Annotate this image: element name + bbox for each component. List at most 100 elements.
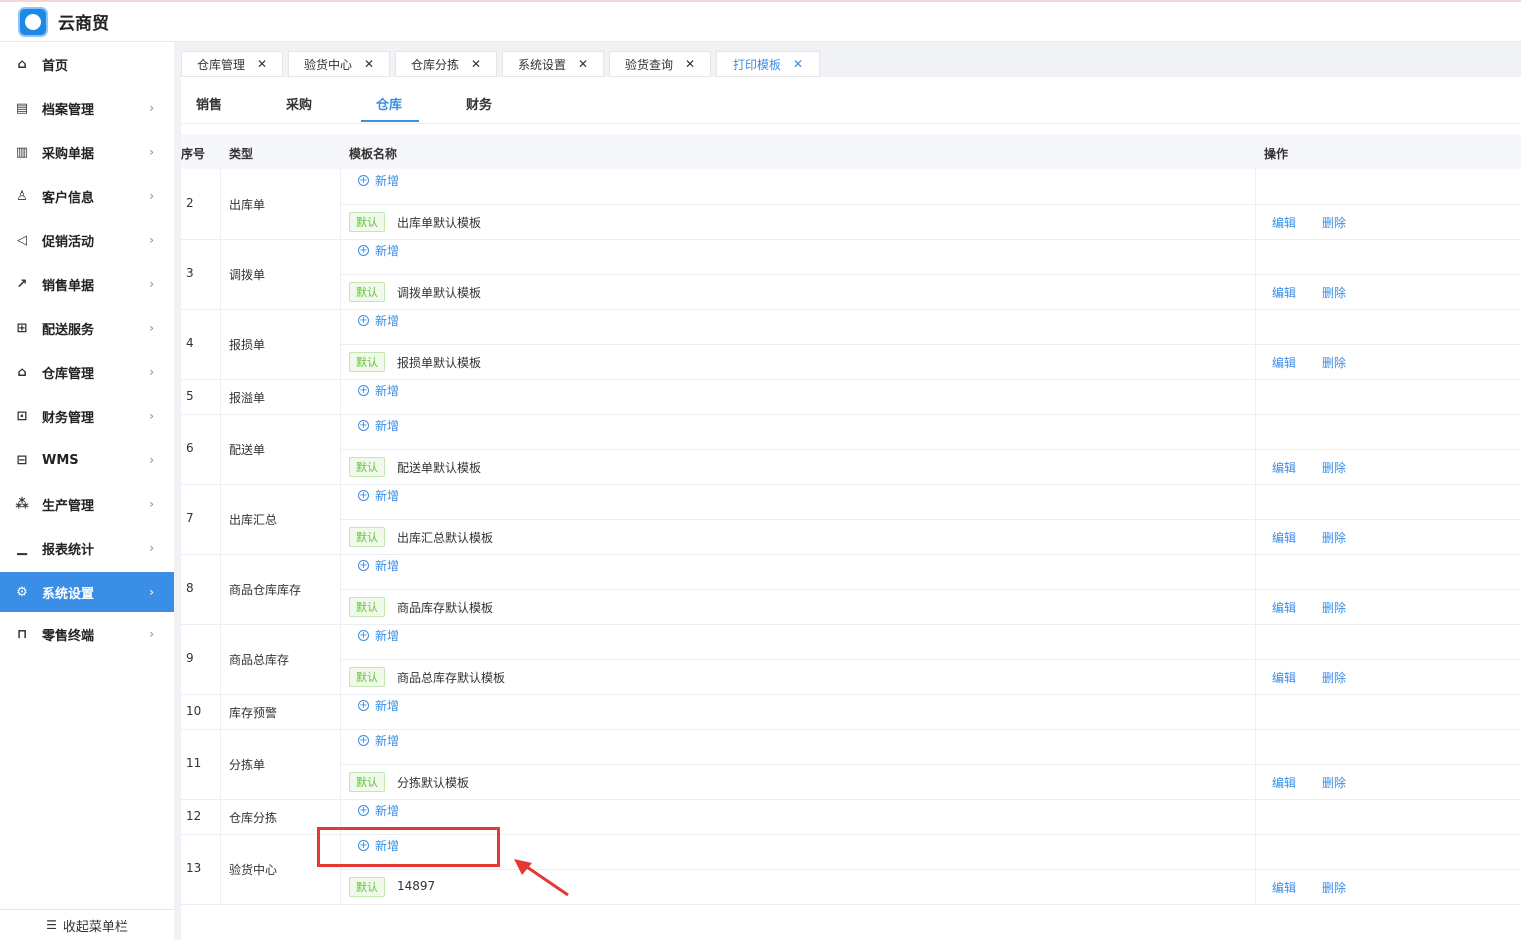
- sidebar-item-label: WMS: [42, 452, 79, 468]
- edit-link[interactable]: 编辑: [1272, 284, 1296, 301]
- sidebar-item-label: 报表统计: [42, 542, 95, 558]
- delete-link[interactable]: 删除: [1322, 214, 1346, 231]
- plus-circle-icon: +: [358, 245, 369, 256]
- top-bar: 云商贸: [0, 0, 1521, 42]
- sidebar-item[interactable]: ↗ 销售单据 ›: [0, 264, 174, 304]
- add-template-button[interactable]: + 新增: [358, 627, 399, 644]
- sidebar-item[interactable]: ⊟ WMS ›: [0, 440, 174, 480]
- add-template-button[interactable]: + 新增: [358, 697, 399, 714]
- close-icon[interactable]: ✕: [685, 57, 695, 71]
- add-template-button[interactable]: + 新增: [358, 802, 399, 819]
- row-index: 7: [186, 511, 194, 525]
- chevron-right-icon: ›: [149, 101, 154, 115]
- delete-link[interactable]: 删除: [1322, 284, 1346, 301]
- subtab-bar: 销售 采购 仓库 财务: [181, 77, 1521, 124]
- sidebar-item[interactable]: ◁ 促销活动 ›: [0, 220, 174, 260]
- row-index: 13: [186, 861, 202, 875]
- collapse-menu-button[interactable]: ☰ 收起菜单栏: [0, 909, 174, 940]
- add-template-label: 新增: [375, 559, 400, 573]
- row-divider: [340, 274, 1521, 275]
- edit-link[interactable]: 编辑: [1272, 774, 1296, 791]
- sidebar-item-label: 配送服务: [42, 322, 95, 338]
- add-template-button[interactable]: + 新增: [358, 417, 399, 434]
- edit-link[interactable]: 编辑: [1272, 214, 1296, 231]
- subtab-item[interactable]: 财务: [466, 94, 492, 113]
- tab-item[interactable]: 验货查询 ✕: [609, 51, 711, 77]
- sidebar-item[interactable]: ⊓ 零售终端 ›: [0, 614, 174, 654]
- default-badge: 默认: [349, 877, 385, 897]
- sidebar-item[interactable]: ⌂ 仓库管理 ›: [0, 352, 174, 392]
- row-divider: [340, 659, 1521, 660]
- add-template-label: 新增: [375, 419, 400, 433]
- chevron-right-icon: ›: [149, 233, 154, 247]
- sidebar-item[interactable]: ▁ 报表统计 ›: [0, 528, 174, 568]
- chevron-right-icon: ›: [149, 453, 154, 467]
- delete-link[interactable]: 删除: [1322, 774, 1346, 791]
- default-badge: 默认: [349, 527, 385, 547]
- add-template-button[interactable]: + 新增: [358, 382, 399, 399]
- close-icon[interactable]: ✕: [471, 57, 481, 71]
- edit-link[interactable]: 编辑: [1272, 599, 1296, 616]
- edit-link[interactable]: 编辑: [1272, 669, 1296, 686]
- megaphone-icon: ◁: [17, 232, 27, 248]
- delete-link[interactable]: 删除: [1322, 669, 1346, 686]
- delete-link[interactable]: 删除: [1322, 529, 1346, 546]
- add-template-button[interactable]: + 新增: [358, 732, 399, 749]
- edit-link[interactable]: 编辑: [1272, 459, 1296, 476]
- tab-item[interactable]: 仓库分拣 ✕: [395, 51, 497, 77]
- template-name: 调拨单默认模板: [397, 286, 482, 300]
- sidebar-item[interactable]: ⚙ 系统设置 ›: [0, 572, 174, 612]
- plus-circle-icon: +: [358, 805, 369, 816]
- delete-link[interactable]: 删除: [1322, 879, 1346, 896]
- edit-link[interactable]: 编辑: [1272, 879, 1296, 896]
- sidebar-item[interactable]: ▤ 档案管理 ›: [0, 88, 174, 128]
- template-name: 14897: [397, 879, 436, 893]
- template-name: 配送单默认模板: [397, 461, 482, 475]
- row-divider: [340, 344, 1521, 345]
- add-template-button[interactable]: + 新增: [358, 172, 399, 189]
- add-template-button[interactable]: + 新增: [358, 312, 399, 329]
- close-icon[interactable]: ✕: [793, 57, 803, 71]
- add-template-button[interactable]: + 新增: [358, 557, 399, 574]
- add-template-button[interactable]: + 新增: [358, 487, 399, 504]
- sidebar-item[interactable]: ⌂ 首页: [0, 44, 174, 84]
- row-type: 库存预警: [229, 705, 278, 720]
- close-icon[interactable]: ✕: [257, 57, 267, 71]
- tab-item[interactable]: 系统设置 ✕: [502, 51, 604, 77]
- sidebar-item[interactable]: ⊡ 财务管理 ›: [0, 396, 174, 436]
- header-operations: 操作: [1264, 147, 1289, 161]
- sidebar-item-label: 首页: [42, 58, 69, 74]
- sidebar-item[interactable]: ⊞ 配送服务 ›: [0, 308, 174, 348]
- subtab-item[interactable]: 销售: [196, 94, 222, 113]
- header-template-name: 模板名称: [349, 147, 398, 161]
- close-icon[interactable]: ✕: [364, 57, 374, 71]
- delete-link[interactable]: 删除: [1322, 354, 1346, 371]
- delete-link[interactable]: 删除: [1322, 599, 1346, 616]
- close-icon[interactable]: ✕: [578, 57, 588, 71]
- template-name: 报损单默认模板: [397, 356, 482, 370]
- column-divider: [220, 169, 221, 904]
- row-divider: [340, 519, 1521, 520]
- default-badge: 默认: [349, 772, 385, 792]
- sidebar-item[interactable]: ♙ 客户信息 ›: [0, 176, 174, 216]
- tab-item[interactable]: 仓库管理 ✕: [181, 51, 283, 77]
- edit-link[interactable]: 编辑: [1272, 529, 1296, 546]
- sidebar-item[interactable]: ▥ 采购单据 ›: [0, 132, 174, 172]
- chevron-right-icon: ›: [149, 365, 154, 379]
- subtab-item[interactable]: 仓库: [376, 94, 402, 113]
- row-type: 出库单: [229, 198, 266, 212]
- main-panel: 销售 采购 仓库 财务 序号 类型 模板名称 操作 2 出库单 + 新增 默认 出库单默认模板编…: [181, 77, 1521, 940]
- sidebar-item-label: 生产管理: [42, 498, 95, 514]
- sidebar-item[interactable]: ⁂ 生产管理 ›: [0, 484, 174, 524]
- tab-label: 仓库管理: [196, 57, 245, 72]
- delete-link[interactable]: 删除: [1322, 459, 1346, 476]
- edit-link[interactable]: 编辑: [1272, 354, 1296, 371]
- tab-item[interactable]: 验货中心 ✕: [288, 51, 390, 77]
- add-template-button[interactable]: + 新增: [358, 242, 399, 259]
- sidebar-item-label: 客户信息: [42, 190, 95, 206]
- plus-circle-icon: +: [358, 420, 369, 431]
- trend-chart-icon: ↗: [16, 276, 28, 292]
- tab-item[interactable]: 打印模板 ✕: [716, 51, 820, 77]
- bar-chart-icon: ▁: [17, 540, 27, 556]
- subtab-item[interactable]: 采购: [286, 94, 312, 113]
